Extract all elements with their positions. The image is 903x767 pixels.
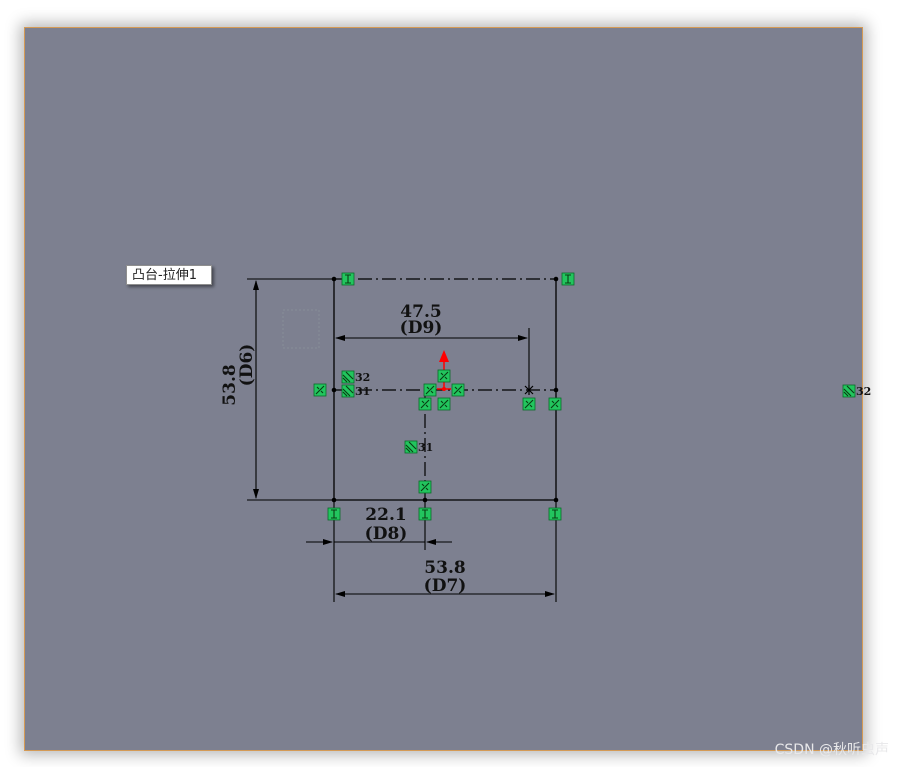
relation-equal-icon[interactable] [842, 384, 856, 398]
relation-coincident-icon[interactable] [548, 397, 562, 411]
dimension-d8-value: 22.1 [365, 505, 406, 525]
relation-equal-icon[interactable] [341, 384, 355, 398]
feature-tooltip: 凸台-拉伸1 [126, 265, 212, 285]
dimension-d7-name: (D7) [424, 576, 467, 596]
relation-coincident-icon[interactable] [313, 383, 327, 397]
dimension-d6-name: (D6) [237, 344, 257, 387]
faded-dimension-ghost [282, 309, 320, 349]
watermark: CSDN @秋听虫声 [774, 742, 889, 758]
dimension-d9-name: (D9) [400, 318, 443, 338]
relation-coincident-icon[interactable] [437, 369, 451, 383]
dimension-d8-name: (D8) [365, 524, 408, 544]
dimension-d7-value: 53.8 [424, 558, 465, 578]
relation-coincident-icon[interactable] [423, 383, 437, 397]
relation-coincident-icon[interactable] [418, 480, 432, 494]
relation-equal-icon[interactable] [341, 370, 355, 384]
relation-coincident-icon[interactable] [437, 397, 451, 411]
relation-coincident-icon[interactable] [451, 383, 465, 397]
relation-vertical-icon[interactable] [327, 507, 341, 521]
relation-label-31-b: 31 [418, 441, 433, 454]
relation-vertical-icon[interactable] [418, 507, 432, 521]
relation-horizontal-icon[interactable] [561, 272, 575, 286]
relation-label-31-a: 31 [355, 385, 370, 398]
sketch-canvas[interactable]: 53.8 (D6) 47.5 (D9) 22.1 (D8) 53.8 (D7) … [0, 0, 903, 767]
relation-label-32-b: 32 [856, 385, 871, 398]
relation-horizontal-icon[interactable] [341, 272, 355, 286]
relation-coincident-icon[interactable] [418, 397, 432, 411]
relation-equal-icon[interactable] [404, 440, 418, 454]
relation-icons[interactable] [313, 272, 856, 521]
relation-vertical-icon[interactable] [548, 507, 562, 521]
relation-coincident-icon[interactable] [522, 397, 536, 411]
relation-label-32-a: 32 [355, 371, 370, 384]
